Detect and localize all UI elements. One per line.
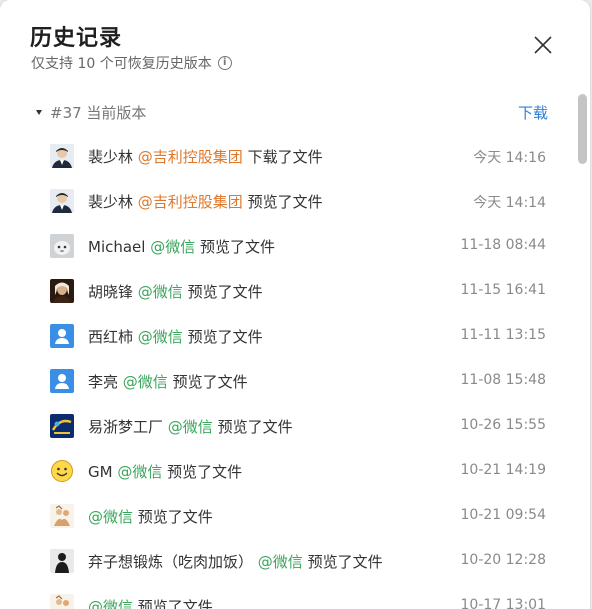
timestamp: 10-21 09:54 <box>460 507 546 523</box>
user-name: 裴少林 <box>88 193 134 211</box>
history-entry[interactable]: 裴少林 @吉利控股集团 预览了文件 今天 14:14 <box>0 179 580 224</box>
action-text: 预览了文件 <box>187 328 263 346</box>
organization-mention: @微信 <box>88 598 134 609</box>
subtitle-text: 仅支持 10 个可恢复历史版本 <box>31 56 212 72</box>
timestamp: 11-08 15:48 <box>460 372 546 388</box>
action-text: 预览了文件 <box>307 553 383 571</box>
history-entry[interactable]: 易浙梦工厂 @微信 预览了文件 10-26 15:55 <box>0 404 580 449</box>
action-text: 预览了文件 <box>137 598 213 609</box>
avatar <box>50 369 74 393</box>
avatar <box>50 594 74 609</box>
organization-mention: @微信 <box>137 328 183 346</box>
dialog-subtitle: 仅支持 10 个可恢复历史版本 i <box>31 53 232 73</box>
timestamp: 11-18 08:44 <box>460 237 546 253</box>
action-text: 下载了文件 <box>247 148 323 166</box>
timestamp: 11-15 16:41 <box>460 282 546 298</box>
history-entry[interactable]: @微信 预览了文件 10-21 09:54 <box>0 494 580 539</box>
avatar <box>50 414 74 438</box>
user-name: 易浙梦工厂 <box>88 418 164 436</box>
entry-text: 裴少林 @吉利控股集团 下载了文件 <box>88 146 323 167</box>
timestamp: 10-26 15:55 <box>460 417 546 433</box>
history-entry[interactable]: 西红柿 @微信 预览了文件 11-11 13:15 <box>0 314 580 359</box>
avatar <box>50 234 74 258</box>
entry-text: 弃子想锻炼（吃肉加饭） @微信 预览了文件 <box>88 551 383 572</box>
organization-mention: @微信 <box>88 508 134 526</box>
info-icon[interactable]: i <box>217 56 232 70</box>
avatar <box>50 504 74 528</box>
organization-mention: @微信 <box>257 553 303 571</box>
scrollbar-thumb[interactable] <box>578 94 587 164</box>
avatar <box>50 324 74 348</box>
history-entry[interactable]: 李亮 @微信 预览了文件 11-08 15:48 <box>0 359 580 404</box>
history-entry[interactable]: 裴少林 @吉利控股集团 下载了文件 今天 14:16 <box>0 134 580 179</box>
organization-mention: @微信 <box>150 238 196 256</box>
timestamp: 11-11 13:15 <box>460 327 546 343</box>
action-text: 预览了文件 <box>167 463 243 481</box>
organization-mention: @微信 <box>122 373 168 391</box>
user-name: 西红柿 <box>88 328 134 346</box>
user-name: GM <box>88 463 113 481</box>
entry-text: @微信 预览了文件 <box>88 506 213 527</box>
entry-text: @微信 预览了文件 <box>88 596 213 609</box>
action-text: 预览了文件 <box>187 283 263 301</box>
user-name: 弃子想锻炼（吃肉加饭） <box>88 553 254 571</box>
timestamp: 今天 14:14 <box>473 195 546 211</box>
organization-mention: @微信 <box>167 418 213 436</box>
timestamp: 10-17 13:01 <box>460 597 546 609</box>
close-icon[interactable] <box>532 34 554 56</box>
download-link[interactable]: 下载 <box>518 102 548 123</box>
entry-text: Michael @微信 预览了文件 <box>88 236 275 257</box>
organization-mention: @吉利控股集团 <box>137 148 243 166</box>
timestamp: 10-21 14:19 <box>460 462 546 478</box>
entry-text: 李亮 @微信 预览了文件 <box>88 371 248 392</box>
entry-text: 易浙梦工厂 @微信 预览了文件 <box>88 416 293 437</box>
history-dialog: 历史记录 仅支持 10 个可恢复历史版本 i #37 当前版本 下载 裴少林 @… <box>0 0 590 609</box>
caret-down-icon[interactable] <box>36 109 42 115</box>
history-entry[interactable]: 胡晓锋 @微信 预览了文件 11-15 16:41 <box>0 269 580 314</box>
history-entry[interactable]: 弃子想锻炼（吃肉加饭） @微信 预览了文件 10-20 12:28 <box>0 539 580 584</box>
avatar <box>50 189 74 213</box>
entry-text: GM @微信 预览了文件 <box>88 461 242 482</box>
avatar <box>50 279 74 303</box>
timestamp: 10-20 12:28 <box>460 552 546 568</box>
dialog-title: 历史记录 <box>30 26 123 51</box>
user-name: 胡晓锋 <box>88 283 134 301</box>
action-text: 预览了文件 <box>137 508 213 526</box>
action-text: 预览了文件 <box>200 238 276 256</box>
entry-text: 西红柿 @微信 预览了文件 <box>88 326 263 347</box>
history-entry[interactable]: Michael @微信 预览了文件 11-18 08:44 <box>0 224 580 269</box>
action-text: 预览了文件 <box>247 193 323 211</box>
avatar <box>50 549 74 573</box>
current-version-row[interactable]: #37 当前版本 下载 <box>36 101 548 123</box>
avatar <box>50 144 74 168</box>
organization-mention: @微信 <box>137 283 183 301</box>
timestamp: 今天 14:16 <box>473 150 546 166</box>
version-label: #37 当前版本 <box>50 103 147 122</box>
user-name: 裴少林 <box>88 148 134 166</box>
entry-text: 裴少林 @吉利控股集团 预览了文件 <box>88 191 323 212</box>
entry-text: 胡晓锋 @微信 预览了文件 <box>88 281 263 302</box>
user-name: 李亮 <box>88 373 119 391</box>
avatar <box>50 459 74 483</box>
history-entry[interactable]: GM @微信 预览了文件 10-21 14:19 <box>0 449 580 494</box>
history-entry[interactable]: @微信 预览了文件 10-17 13:01 <box>0 584 580 609</box>
history-list: 裴少林 @吉利控股集团 下载了文件 今天 14:16 裴少林 @吉利控股集团 预览了… <box>0 134 580 609</box>
action-text: 预览了文件 <box>217 418 293 436</box>
organization-mention: @吉利控股集团 <box>137 193 243 211</box>
organization-mention: @微信 <box>117 463 163 481</box>
action-text: 预览了文件 <box>172 373 248 391</box>
user-name: Michael <box>88 238 146 256</box>
